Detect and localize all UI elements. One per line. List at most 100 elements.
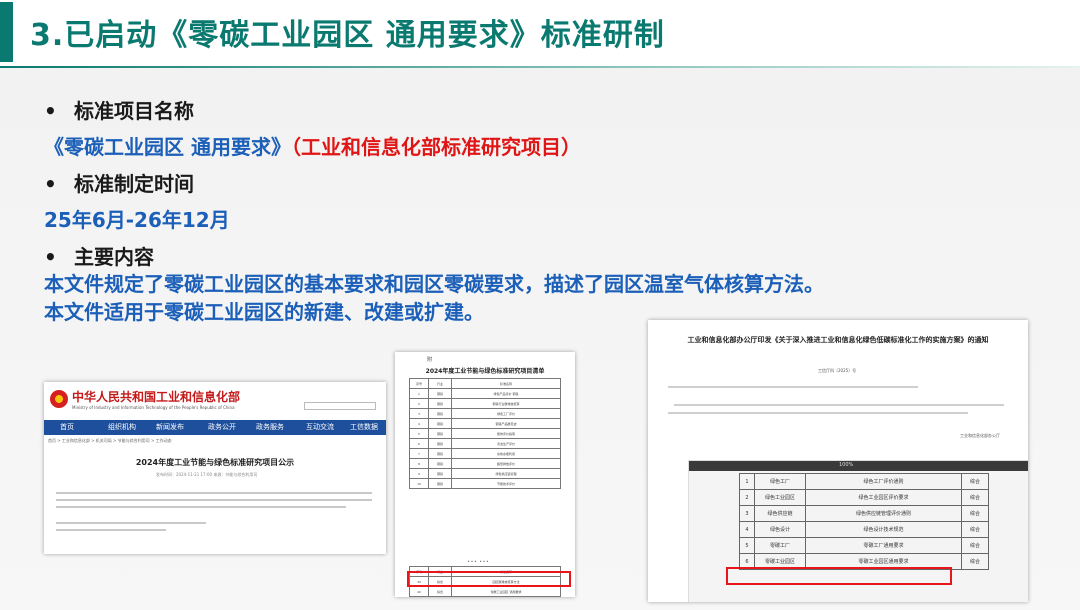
project-name: 《零碳工业园区 通用要求》 [44, 135, 291, 159]
table-row: 2 钢铁 钢铁行业碳排放核算 [409, 398, 561, 409]
site-name: 中华人民共和国工业和信息化部 [72, 390, 241, 404]
pdf-toolbar: 100% [689, 461, 1028, 471]
nav-item: 政务公开 [208, 423, 236, 431]
nav-item: 新闻发布 [156, 423, 184, 431]
cell: 钢铁 [428, 438, 452, 449]
bullet-dot: • [44, 172, 57, 196]
cell: 清洁生产评价 [451, 438, 561, 449]
ministry-website-screenshot: 中华人民共和国工业和信息化部 Ministry of Industry and … [44, 382, 386, 554]
cell: 钢铁 [428, 418, 452, 429]
cell: 超低排放评价 [451, 458, 561, 469]
header-cell: 序号 [409, 378, 429, 389]
text-line [668, 386, 918, 388]
cell: 综合 [961, 521, 989, 538]
cell: 钢铁 [428, 388, 452, 399]
text-line [56, 492, 372, 494]
cell: 绿色供应链管理评价通则 [805, 505, 962, 522]
bullet-dot: • [44, 99, 57, 123]
cell: 10 [409, 478, 429, 489]
title-bar: 3.已启动《零碳工业园区 通用要求》标准研制 [0, 0, 1080, 66]
cell: 2 [409, 398, 429, 409]
page-title: 3.已启动《零碳工业园区 通用要求》标准研制 [30, 18, 665, 53]
cell: 综合 [961, 553, 989, 570]
cell: 零碳工业园区 通用要求 [451, 586, 561, 597]
cell: 零碳工厂 [754, 537, 806, 554]
table-row: 2 绿色工业园区 绿色工业园区评价要求 综合 [739, 489, 989, 506]
table-row: 10 钢铁 节能技术评价 [409, 478, 561, 489]
cell: 绿色供应链 [754, 505, 806, 522]
cell: 钢铁 [428, 398, 452, 409]
bullet-timeframe: • 标准制定时间 [44, 168, 194, 197]
table-row: 3 钢铁 绿色工厂评价 [409, 408, 561, 419]
doc-number: 工信厅科〔2025〕号 [818, 368, 857, 373]
cell: 钢铁 [428, 478, 452, 489]
project-note: （工业和信息化部标准研究项目） [290, 135, 581, 159]
highlight-box-notice [726, 567, 952, 585]
text-line [56, 506, 346, 508]
bullet-project-name: • 标准项目名称 [44, 95, 194, 124]
text-line [668, 412, 968, 414]
attachment-label: 附 [427, 357, 433, 363]
site-header: 中华人民共和国工业和信息化部 Ministry of Industry and … [44, 382, 386, 420]
site-search-box [304, 402, 376, 410]
cell: 3 [409, 408, 429, 419]
article-meta: 发布时间：2024-11-21 17:00 来源：节能与综合利用司 [156, 472, 258, 477]
cell: 钢铁 [428, 448, 452, 459]
cell: 绿色工业园区 [754, 489, 806, 506]
breadcrumb: 首页 > 工业和信息化部 > 机关司局 > 节能与综合利用司 > 工作动态 [48, 438, 172, 443]
cell: 绿色设计 [754, 521, 806, 538]
header-cell: 行业 [428, 378, 452, 389]
table-row: 7 钢铁 余热余能利用 [409, 448, 561, 459]
table-row: 5 零碳工厂 零碳工厂通用要求 综合 [739, 537, 989, 554]
cell: 综合 [428, 586, 452, 597]
cell: 6 [409, 438, 429, 449]
nav-item: 互动交流 [306, 423, 334, 431]
highlight-box-list [407, 571, 571, 587]
national-emblem-icon [50, 390, 68, 408]
cell: 5 [409, 428, 429, 439]
site-nav: 首页 组织机构 新闻发布 政务公开 政务服务 互动交流 工信数据 [44, 420, 386, 435]
title-accent-bar [0, 2, 13, 62]
bullet-heading: 标准项目名称 [74, 99, 194, 123]
cell: 绿色工厂评价通则 [805, 473, 962, 490]
notice-title: 工业和信息化部办公厅印发《关于深入推进工业和信息化绿色低碳标准化工作的实施方案》… [687, 336, 989, 344]
table-row: 9 钢铁 绿色供应链管理 [409, 468, 561, 479]
cell: 7 [409, 448, 429, 459]
cell: 综合 [961, 489, 989, 506]
cell: 钢铁 [428, 428, 452, 439]
bullet-heading: 主要内容 [74, 245, 154, 269]
cell: 综合 [961, 505, 989, 522]
table-row: 6 钢铁 清洁生产评价 [409, 438, 561, 449]
cell: 绿色设计技术规范 [805, 521, 962, 538]
text-line [56, 529, 166, 531]
table-row: 1 绿色工厂 绿色工厂评价通则 综合 [739, 473, 989, 490]
cell: 2 [739, 489, 755, 506]
cell: 钢铁 [428, 458, 452, 469]
text-line [674, 404, 1004, 406]
content-line-1: 本文件规定了零碳工业园区的基本要求和园区零碳要求，描述了园区温室气体核算方法。 [44, 272, 824, 296]
cell: 节能技术评价 [451, 478, 561, 489]
text-line [56, 522, 206, 524]
table-row: 4 钢铁 钢铁产品碳足迹 [409, 418, 561, 429]
cell: 40 [409, 586, 429, 597]
nav-item: 组织机构 [108, 423, 136, 431]
cell: 8 [409, 458, 429, 469]
cell: 绿色工厂 [754, 473, 806, 490]
nav-item: 工信数据 [350, 423, 378, 431]
cell: 3 [739, 505, 755, 522]
cell: 钢铁 [428, 468, 452, 479]
table-row: 8 钢铁 超低排放评价 [409, 458, 561, 469]
cell: 4 [739, 521, 755, 538]
project-table-top: 序号 行业 标准名称 1 钢铁 绿色产品评价 钢铁 2 钢铁 钢铁行业碳排放核算 3 钢铁… [409, 378, 561, 489]
cell: 绿色供应链管理 [451, 468, 561, 479]
cell: 4 [409, 418, 429, 429]
cell: 综合 [961, 537, 989, 554]
cell: 9 [409, 468, 429, 479]
nav-item: 政务服务 [256, 423, 284, 431]
cell: 1 [409, 388, 429, 399]
zoom-level: 100% [839, 462, 854, 468]
ellipsis: …… [467, 554, 491, 565]
cell: 5 [739, 537, 755, 554]
cell: 余热余能利用 [451, 448, 561, 459]
text-line [56, 499, 372, 501]
